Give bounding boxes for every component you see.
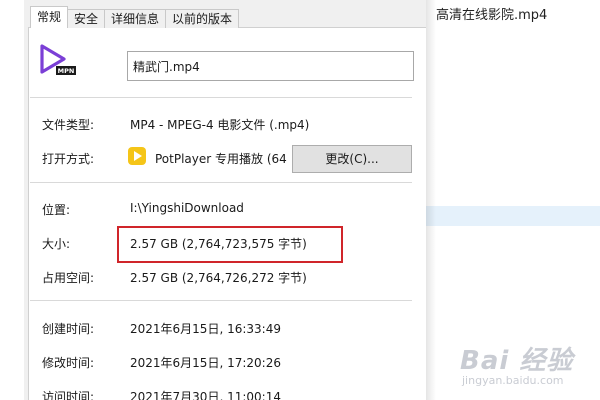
background-file-name[interactable]: 高清在线影院.mp4 bbox=[436, 4, 547, 23]
tab-security[interactable]: 安全 bbox=[67, 9, 106, 28]
file-type-value: MP4 - MPEG-4 电影文件 (.mp4) bbox=[130, 118, 310, 132]
created-value: 2021年6月15日, 16:33:49 bbox=[130, 322, 281, 336]
accessed-value: 2021年7月30日, 11:00:14 bbox=[130, 390, 281, 400]
modified-value: 2021年6月15日, 17:20:26 bbox=[130, 356, 281, 370]
potplayer-icon bbox=[128, 147, 146, 165]
file-icon-badge-text: MPN bbox=[58, 67, 75, 75]
opens-with-label: 打开方式: bbox=[42, 152, 95, 166]
watermark-logo: Bai 经验 bbox=[460, 346, 574, 376]
created-label: 创建时间: bbox=[42, 322, 95, 336]
tab-details[interactable]: 详细信息 bbox=[104, 9, 167, 28]
modified-label: 修改时间: bbox=[42, 356, 95, 370]
file-name-field[interactable] bbox=[127, 51, 414, 81]
dialog-shadow bbox=[426, 0, 436, 400]
divider-1 bbox=[30, 97, 412, 98]
left-background-strip bbox=[0, 0, 24, 400]
baidu-watermark: Bai 经验 jingyan.baidu.com bbox=[458, 340, 598, 400]
location-label: 位置: bbox=[42, 203, 71, 217]
file-type-label: 文件类型: bbox=[42, 118, 95, 132]
size-on-disk-label: 占用空间: bbox=[42, 271, 95, 285]
divider-3 bbox=[30, 300, 412, 301]
divider-2 bbox=[30, 182, 412, 183]
change-button[interactable]: 更改(C)... bbox=[292, 145, 412, 173]
size-on-disk-value: 2.57 GB (2,764,726,272 字节) bbox=[130, 271, 307, 285]
tab-previous-versions[interactable]: 以前的版本 bbox=[165, 9, 240, 28]
watermark-url: jingyan.baidu.com bbox=[462, 374, 564, 387]
accessed-label: 访问时间: bbox=[42, 390, 95, 400]
opens-with-app-name: PotPlayer 专用播放 (64 bbox=[155, 152, 287, 166]
video-file-icon: MPN bbox=[40, 44, 76, 75]
size-highlight-box bbox=[117, 226, 343, 263]
background-selected-row bbox=[426, 206, 600, 226]
size-label: 大小: bbox=[42, 237, 71, 251]
location-value: I:\YingshiDownload bbox=[130, 201, 244, 215]
tab-strip: 常规 安全 详细信息 以前的版本 bbox=[30, 6, 240, 28]
tab-general[interactable]: 常规 bbox=[30, 6, 69, 28]
